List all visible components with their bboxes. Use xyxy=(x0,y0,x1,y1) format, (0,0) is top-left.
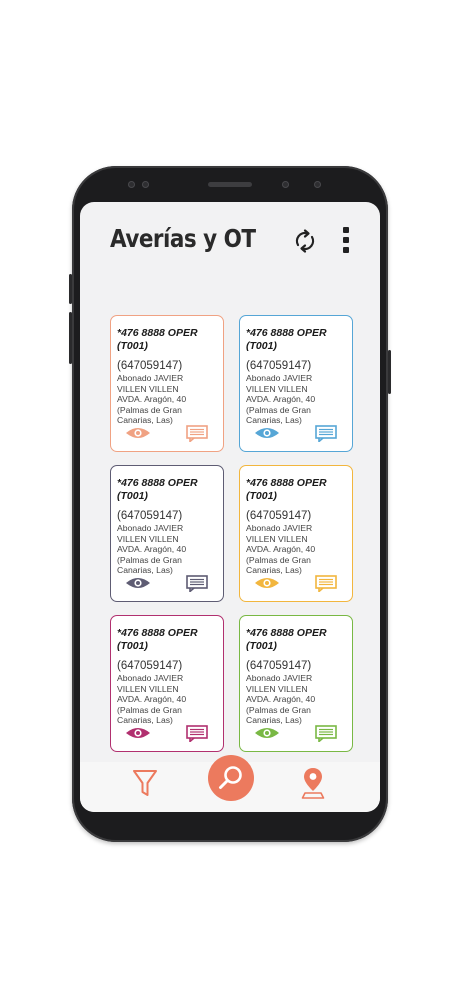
address-line: AVDA. Aragón, 40 xyxy=(117,694,187,704)
order-phone: (647059147) xyxy=(117,360,183,372)
sensor-dot xyxy=(314,181,321,188)
city-line: (Palmas de Gran xyxy=(117,704,182,715)
order-phone: (647059147) xyxy=(246,660,312,672)
order-code: *476 8888 OPER (T001) xyxy=(117,477,198,502)
subscriber-line: Abonado JAVIER xyxy=(117,373,184,383)
address-line: AVDA. Aragón, 40 xyxy=(246,394,316,404)
order-code: *476 8888 OPER (T001) xyxy=(117,327,198,352)
front-camera xyxy=(282,181,289,188)
order-code: *476 8888 OPER (T001) xyxy=(246,627,327,652)
filter-icon xyxy=(133,770,157,796)
power-button xyxy=(388,350,391,394)
message-icon[interactable] xyxy=(315,425,337,442)
address-line: AVDA. Aragón, 40 xyxy=(246,544,316,554)
subscriber-name: VILLEN VILLEN xyxy=(246,533,308,544)
order-code: *476 8888 OPER (T001) xyxy=(246,327,327,352)
search-button[interactable] xyxy=(208,755,254,801)
subscriber-name: VILLEN VILLEN xyxy=(246,383,308,394)
order-card[interactable]: *476 8888 OPER (T001) (647059147) Abonad… xyxy=(110,465,224,602)
city-line: (Palmas de Gran xyxy=(246,404,311,415)
volume-button xyxy=(69,274,72,304)
more-vertical-dot xyxy=(343,237,349,243)
location-button[interactable] xyxy=(301,766,325,800)
order-phone: (647059147) xyxy=(246,510,312,522)
refresh-button[interactable] xyxy=(292,228,318,254)
more-options-button[interactable] xyxy=(338,227,354,255)
city-line: Canarias, Las) xyxy=(246,415,302,425)
city-line: (Palmas de Gran xyxy=(117,554,182,565)
city-line: Canarias, Las) xyxy=(117,565,173,575)
search-icon xyxy=(219,766,242,789)
eye-icon[interactable] xyxy=(254,726,280,740)
subscriber-line: Abonado JAVIER xyxy=(246,373,313,383)
city-line: Canarias, Las) xyxy=(246,715,302,725)
subscriber-name: VILLEN VILLEN xyxy=(117,533,179,544)
bottom-navigation xyxy=(80,755,380,812)
city-line: Canarias, Las) xyxy=(246,565,302,575)
filter-button[interactable] xyxy=(132,768,158,798)
order-phone: (647059147) xyxy=(117,510,183,522)
city-line: (Palmas de Gran xyxy=(246,704,311,715)
order-card[interactable]: *476 8888 OPER (T001) (647059147) Abonad… xyxy=(239,315,353,452)
city-line: Canarias, Las) xyxy=(117,715,173,725)
address-line: AVDA. Aragón, 40 xyxy=(117,544,187,554)
eye-icon[interactable] xyxy=(254,576,280,590)
subscriber-name: VILLEN VILLEN xyxy=(246,683,308,694)
sensor-dot xyxy=(128,181,135,188)
address-line: AVDA. Aragón, 40 xyxy=(246,694,316,704)
refresh-icon xyxy=(295,229,315,253)
order-code: *476 8888 OPER (T001) xyxy=(246,477,327,502)
app-header: Averías y OT xyxy=(80,202,380,312)
message-icon[interactable] xyxy=(186,425,208,442)
order-card[interactable]: *476 8888 OPER (T001) (647059147) Abonad… xyxy=(239,465,353,602)
city-line: Canarias, Las) xyxy=(117,415,173,425)
message-icon[interactable] xyxy=(186,725,208,742)
subscriber-line: Abonado JAVIER xyxy=(246,523,313,533)
city-line: (Palmas de Gran xyxy=(117,404,182,415)
page-title: Averías y OT xyxy=(110,224,256,253)
subscriber-line: Abonado JAVIER xyxy=(117,523,184,533)
order-card[interactable]: *476 8888 OPER (T001) (647059147) Abonad… xyxy=(110,615,224,752)
app-screen: Averías y OT *476 8888 OPER (T001) (6470… xyxy=(80,202,380,812)
eye-icon[interactable] xyxy=(125,576,151,590)
subscriber-line: Abonado JAVIER xyxy=(246,673,313,683)
order-phone: (647059147) xyxy=(117,660,183,672)
eye-icon[interactable] xyxy=(254,426,280,440)
location-pin-icon xyxy=(301,768,325,799)
eye-icon[interactable] xyxy=(125,726,151,740)
subscriber-name: VILLEN VILLEN xyxy=(117,383,179,394)
order-card[interactable]: *476 8888 OPER (T001) (647059147) Abonad… xyxy=(110,315,224,452)
message-icon[interactable] xyxy=(315,725,337,742)
address-line: AVDA. Aragón, 40 xyxy=(117,394,187,404)
more-vertical-icon xyxy=(343,227,349,233)
order-phone: (647059147) xyxy=(246,360,312,372)
sensor-dot xyxy=(142,181,149,188)
order-card[interactable]: *476 8888 OPER (T001) (647059147) Abonad… xyxy=(239,615,353,752)
message-icon[interactable] xyxy=(315,575,337,592)
earpiece-speaker xyxy=(208,182,252,187)
more-vertical-dot xyxy=(343,247,349,253)
volume-button xyxy=(69,312,72,364)
message-icon[interactable] xyxy=(186,575,208,592)
order-code: *476 8888 OPER (T001) xyxy=(117,627,198,652)
eye-icon[interactable] xyxy=(125,426,151,440)
subscriber-line: Abonado JAVIER xyxy=(117,673,184,683)
city-line: (Palmas de Gran xyxy=(246,554,311,565)
subscriber-name: VILLEN VILLEN xyxy=(117,683,179,694)
